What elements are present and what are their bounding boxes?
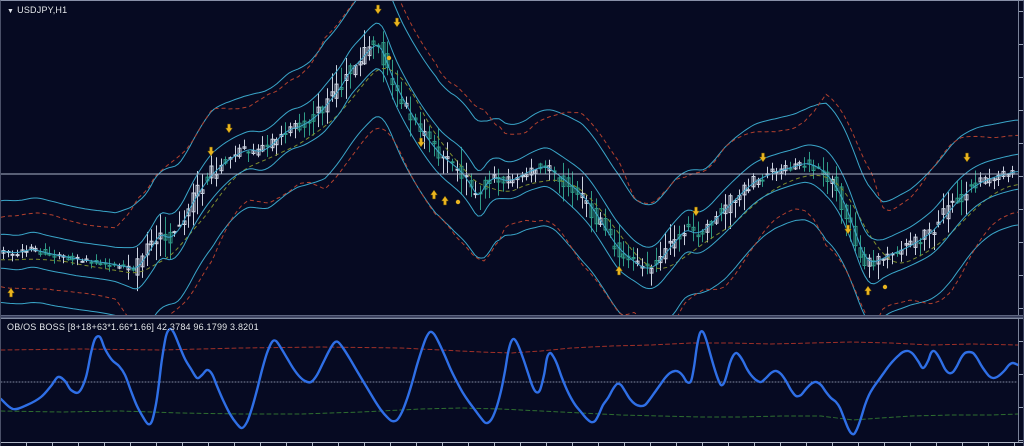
lower-slow-band-line bbox=[1, 116, 1019, 318]
indicator-label: OB/OS BOSS [8+18+63*1.66*1.66] 42.3784 9… bbox=[7, 322, 259, 332]
candle-body bbox=[746, 189, 751, 192]
candle-body bbox=[246, 151, 251, 154]
main-price-chart[interactable] bbox=[1, 1, 1024, 318]
signal-dot-icon bbox=[386, 55, 392, 61]
symbol-timeframe-text: USDJPY,H1 bbox=[17, 5, 68, 15]
candle-body bbox=[107, 264, 112, 267]
up-arrow-signal-icon bbox=[7, 287, 15, 298]
candle-body bbox=[80, 260, 85, 263]
upper-fast-band-line bbox=[1, 22, 1019, 249]
candle-body bbox=[98, 263, 103, 266]
collapse-triangle-icon[interactable]: ▼ bbox=[7, 8, 14, 15]
down-arrow-signal-icon bbox=[225, 123, 233, 134]
signal-dot-icon bbox=[455, 199, 461, 205]
candle-body bbox=[172, 231, 177, 234]
candle-body bbox=[75, 256, 80, 259]
candle-body bbox=[89, 261, 94, 264]
signal-dot-icon bbox=[882, 284, 888, 290]
candle-body bbox=[24, 250, 29, 253]
candle-body bbox=[918, 242, 923, 245]
down-arrow-signal-icon bbox=[759, 152, 767, 163]
candle-body bbox=[802, 165, 807, 168]
upper-signal-envelope-line bbox=[1, 1, 1019, 229]
panel-splitter[interactable] bbox=[1, 315, 1023, 319]
oscillator-subwindow[interactable] bbox=[1, 318, 1024, 442]
down-arrow-signal-icon bbox=[393, 17, 401, 28]
down-arrow-signal-icon bbox=[207, 146, 215, 157]
chart-window: ▼ USDJPY,H1 OB/OS BOSS [8+18+63*1.66*1.66… bbox=[0, 0, 1024, 446]
up-arrow-signal-icon bbox=[864, 285, 872, 296]
down-arrow-signal-icon bbox=[374, 4, 382, 15]
candle-body bbox=[10, 253, 15, 256]
candle-body bbox=[950, 200, 955, 203]
up-arrow-signal-icon bbox=[441, 195, 449, 206]
candle-body bbox=[450, 161, 455, 164]
trend-ma-line bbox=[1, 67, 1019, 274]
up-arrow-signal-icon bbox=[430, 189, 438, 200]
down-arrow-signal-icon bbox=[963, 152, 971, 163]
candle-body bbox=[760, 179, 765, 182]
time-axis[interactable] bbox=[1, 442, 1023, 446]
symbol-label: ▼ USDJPY,H1 bbox=[7, 5, 67, 17]
up-arrow-signal-icon bbox=[615, 265, 623, 276]
candle-body bbox=[15, 254, 20, 257]
